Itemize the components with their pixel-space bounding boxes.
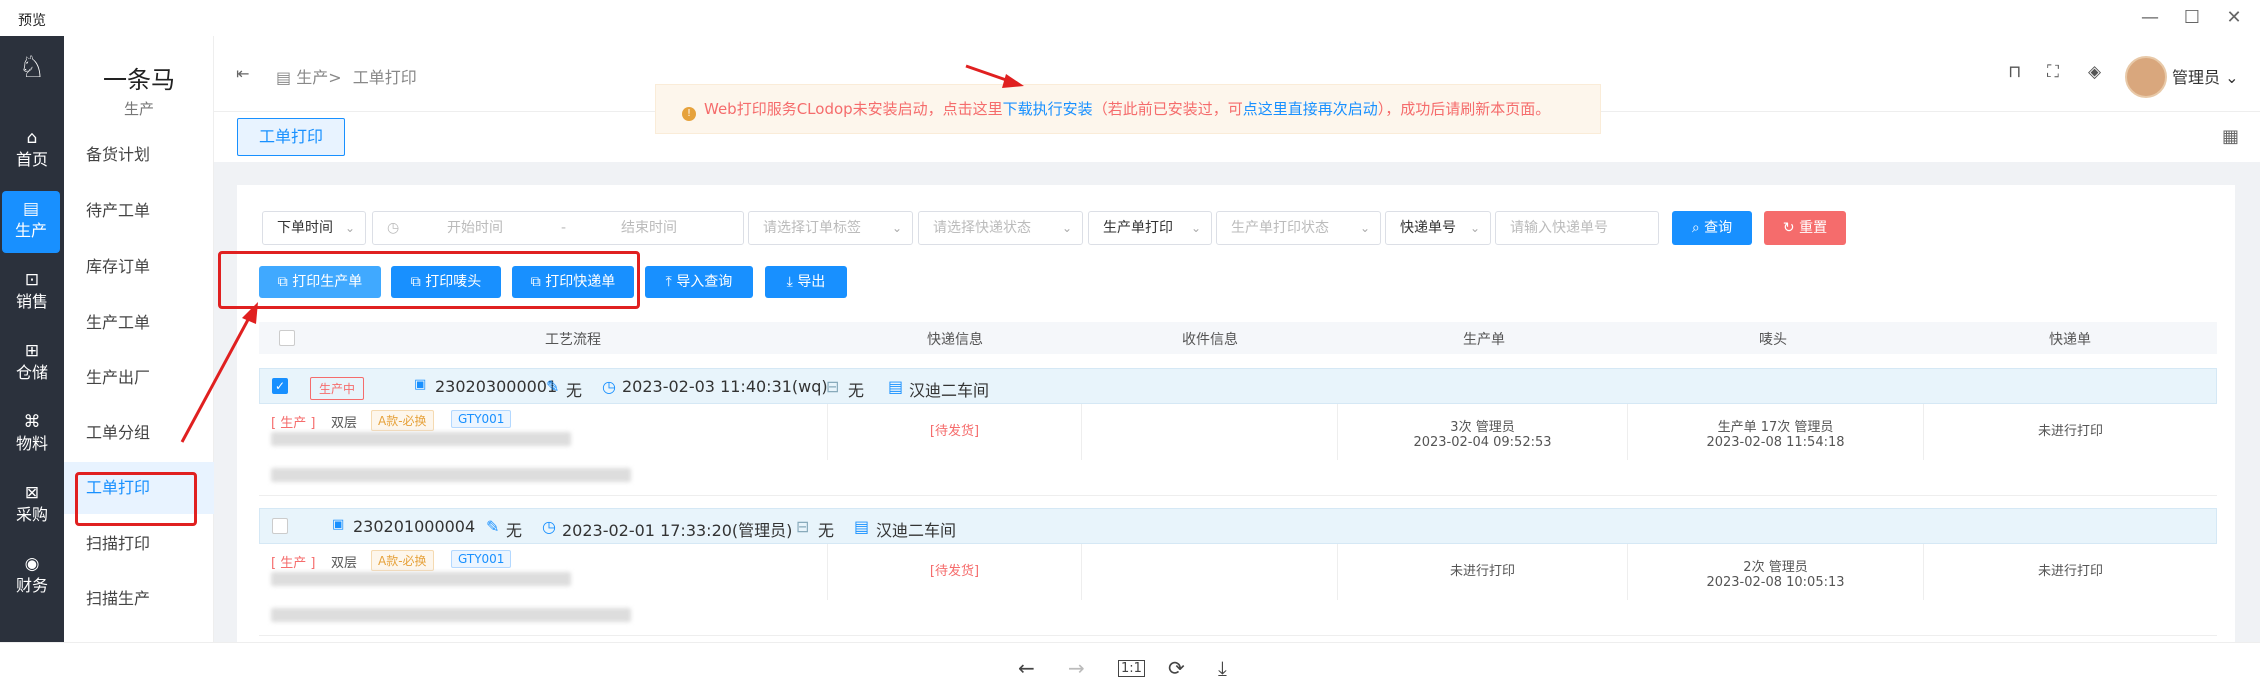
back-arrow-icon[interactable]: ← bbox=[1018, 656, 1035, 680]
annotation-arrowhead bbox=[242, 302, 258, 324]
annotation-arrows bbox=[180, 64, 1024, 443]
download-icon[interactable]: ⤓ bbox=[1218, 656, 1227, 680]
forward-arrow-icon[interactable]: → bbox=[1068, 656, 1085, 680]
actual-size-icon[interactable]: 1:1 bbox=[1118, 660, 1145, 677]
rotate-icon[interactable]: ⟳ bbox=[1168, 656, 1185, 680]
annotation-arrowhead bbox=[1002, 74, 1024, 88]
annotation-arrow bbox=[180, 315, 252, 443]
